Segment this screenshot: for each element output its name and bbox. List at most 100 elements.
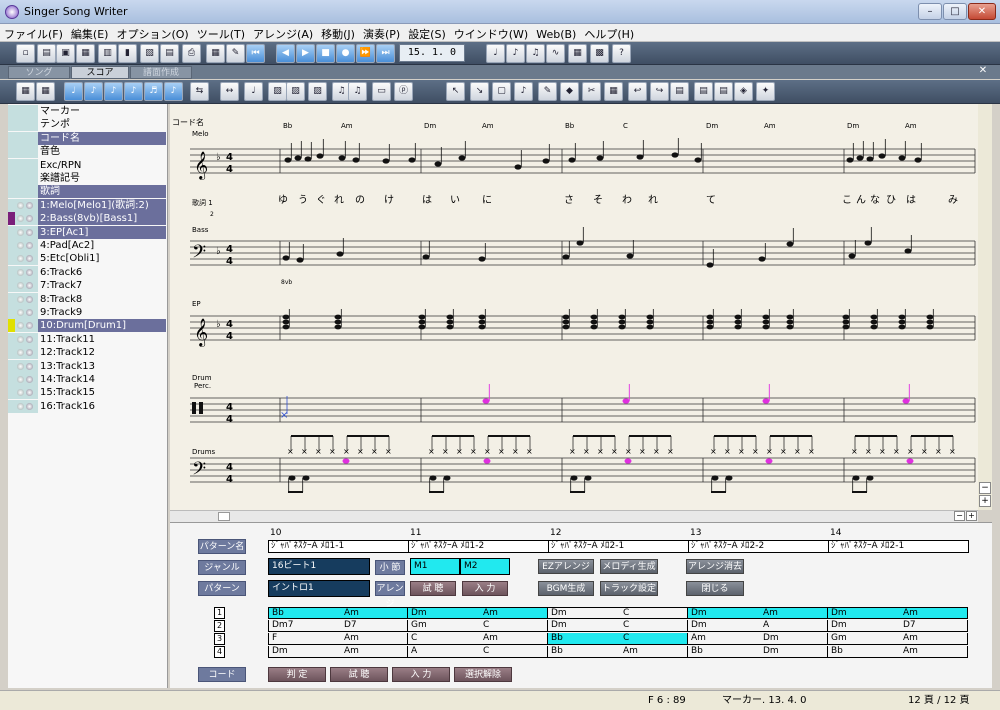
note-head[interactable] bbox=[478, 256, 486, 262]
chord-note-head[interactable] bbox=[282, 324, 290, 330]
note-head[interactable] bbox=[576, 240, 584, 246]
snare-note-head[interactable] bbox=[906, 458, 914, 464]
hihat-x-icon[interactable]: × bbox=[752, 447, 759, 456]
track-list-item[interactable]: テンポ bbox=[8, 118, 166, 132]
kick-note-head[interactable] bbox=[584, 475, 592, 481]
chord-note-head[interactable] bbox=[446, 314, 454, 320]
track-list-item[interactable]: 10:Drum[Drum1] bbox=[8, 319, 166, 333]
menu-item-0[interactable]: ファイル(F) bbox=[0, 24, 67, 42]
hihat-x-icon[interactable]: × bbox=[526, 447, 533, 456]
note-head[interactable] bbox=[866, 156, 874, 162]
solo-dot-icon[interactable] bbox=[26, 201, 33, 209]
piano-icon[interactable]: ▦ bbox=[206, 44, 225, 63]
chord-cell[interactable]: Bb Dm bbox=[688, 646, 828, 658]
pattern-name-cell[interactable]: ｼﾞｬﾊﾟﾈｽｸｰA ﾒﾛ2-2 bbox=[688, 540, 829, 553]
hihat-x-icon[interactable]: × bbox=[484, 447, 491, 456]
hihat-x-icon[interactable]: × bbox=[625, 447, 632, 456]
mute-dot-icon[interactable] bbox=[17, 402, 24, 410]
solo-dot-icon[interactable] bbox=[26, 295, 33, 303]
snare-note-head[interactable] bbox=[624, 458, 632, 464]
chord-cell[interactable]: F Am bbox=[268, 633, 408, 645]
chord-note-head[interactable] bbox=[478, 319, 486, 325]
score-tool-icon-30[interactable]: ▤ bbox=[714, 82, 733, 101]
close-tab-icon[interactable]: ✕ bbox=[976, 65, 990, 78]
chord-cell[interactable]: Bb Am bbox=[268, 607, 408, 619]
track-list-item[interactable]: 3:EP[Ac1] bbox=[8, 225, 166, 239]
hihat-x-icon[interactable]: × bbox=[893, 447, 900, 456]
menu-item-7[interactable]: 設定(S) bbox=[404, 24, 450, 42]
note-head[interactable] bbox=[382, 158, 390, 164]
mute-dot-icon[interactable] bbox=[17, 242, 24, 249]
chord-note-head[interactable] bbox=[590, 324, 598, 330]
hihat-x-icon[interactable]: × bbox=[583, 447, 590, 456]
score-tool-icon-29[interactable]: ▤ bbox=[694, 82, 713, 101]
back-icon[interactable]: ◀ bbox=[276, 44, 295, 63]
close-arrange-button[interactable]: 閉じる bbox=[686, 581, 744, 596]
hihat-x-icon[interactable]: × bbox=[949, 447, 956, 456]
score-tool-icon-3[interactable]: ♪ bbox=[84, 82, 103, 101]
hihat-x-icon[interactable]: × bbox=[301, 447, 308, 456]
chord-note-head[interactable] bbox=[898, 314, 906, 320]
pattern-select[interactable]: イントロ1 bbox=[268, 580, 370, 597]
hihat-x-icon[interactable]: × bbox=[794, 447, 801, 456]
chord-note-head[interactable] bbox=[562, 314, 570, 320]
end-icon[interactable]: ⏭ bbox=[376, 44, 395, 63]
hihat-x-icon[interactable]: × bbox=[611, 447, 618, 456]
chord-note-head[interactable] bbox=[762, 314, 770, 320]
chord-note-head[interactable] bbox=[706, 324, 714, 330]
chord-cell[interactable]: Dm D7 bbox=[828, 620, 968, 632]
wave-icon[interactable]: ∿ bbox=[546, 44, 565, 63]
track-list-item[interactable]: Exc/RPN bbox=[8, 158, 166, 172]
snare-note-head[interactable] bbox=[765, 458, 773, 464]
kick-note-head[interactable] bbox=[443, 475, 451, 481]
chord-try-button[interactable]: 試 聴 bbox=[330, 667, 388, 682]
ez-arrange-button[interactable]: EZアレンジ bbox=[538, 559, 594, 574]
hihat-x-icon[interactable]: × bbox=[385, 447, 392, 456]
score-area[interactable]: コード名 Bb Am Dm Am Bb C Dm Am Dm Am Melo 𝄞 ♭ 4 4 歌詞 12ゆうぐれ… bbox=[170, 104, 978, 510]
scroll-thumb[interactable] bbox=[218, 512, 230, 521]
kick-note-head[interactable] bbox=[866, 475, 874, 481]
chord-note-head[interactable] bbox=[926, 314, 934, 320]
snare-note-head[interactable] bbox=[342, 458, 350, 464]
hihat-x-icon[interactable]: × bbox=[851, 447, 858, 456]
hihat-x-icon[interactable]: × bbox=[597, 447, 604, 456]
accent-note-head[interactable] bbox=[762, 398, 770, 404]
play-icon[interactable]: ▶ bbox=[296, 44, 315, 63]
zoom-in-icon[interactable]: + bbox=[979, 495, 991, 507]
chord-note-head[interactable] bbox=[870, 324, 878, 330]
arrange-clear-button[interactable]: アレンジ消去 bbox=[686, 559, 744, 574]
track-list-item[interactable]: 7:Track7 bbox=[8, 279, 166, 293]
track-list-item[interactable]: 16:Track16 bbox=[8, 399, 166, 413]
maximize-button[interactable]: □ bbox=[943, 3, 967, 20]
solo-dot-icon[interactable] bbox=[26, 242, 33, 249]
hihat-x-icon[interactable]: × bbox=[371, 447, 378, 456]
mute-dot-icon[interactable] bbox=[17, 268, 24, 276]
hihat-x-icon[interactable]: × bbox=[865, 447, 872, 456]
genre-select[interactable]: 16ビート1 bbox=[268, 558, 370, 575]
note-head[interactable] bbox=[316, 153, 324, 159]
hihat-x-icon[interactable]: × bbox=[329, 447, 336, 456]
chord-note-head[interactable] bbox=[646, 319, 654, 325]
chord-cell[interactable]: Dm Am bbox=[828, 607, 968, 619]
note-head[interactable] bbox=[596, 155, 604, 161]
score-tool-icon-26[interactable]: ↩ bbox=[628, 82, 647, 101]
chord-note-head[interactable] bbox=[562, 324, 570, 330]
print-icon[interactable]: ⎙ bbox=[182, 44, 201, 63]
track-list-item[interactable]: 11:Track11 bbox=[8, 332, 166, 346]
score-tool-icon-16[interactable]: ▭ bbox=[372, 82, 391, 101]
kick-note-head[interactable] bbox=[288, 475, 296, 481]
score-icon[interactable]: ▧ bbox=[140, 44, 159, 63]
solo-dot-icon[interactable] bbox=[26, 228, 33, 236]
hihat-x-icon[interactable]: × bbox=[710, 447, 717, 456]
pattern-name-cell[interactable]: ｼﾞｬﾊﾟﾈｽｸｰA ﾒﾛ1-2 bbox=[408, 540, 549, 553]
track-list-item[interactable]: マーカー bbox=[8, 105, 166, 118]
chord-note-head[interactable] bbox=[590, 319, 598, 325]
chord-note-head[interactable] bbox=[786, 314, 794, 320]
track-list-item[interactable]: 6:Track6 bbox=[8, 265, 166, 279]
chord-note-head[interactable] bbox=[562, 319, 570, 325]
kick-note-head[interactable] bbox=[852, 475, 860, 481]
chord-cell[interactable]: Dm C bbox=[548, 607, 688, 619]
mute-dot-icon[interactable] bbox=[17, 228, 24, 236]
note-head[interactable] bbox=[408, 157, 416, 163]
chord-note-head[interactable] bbox=[870, 319, 878, 325]
